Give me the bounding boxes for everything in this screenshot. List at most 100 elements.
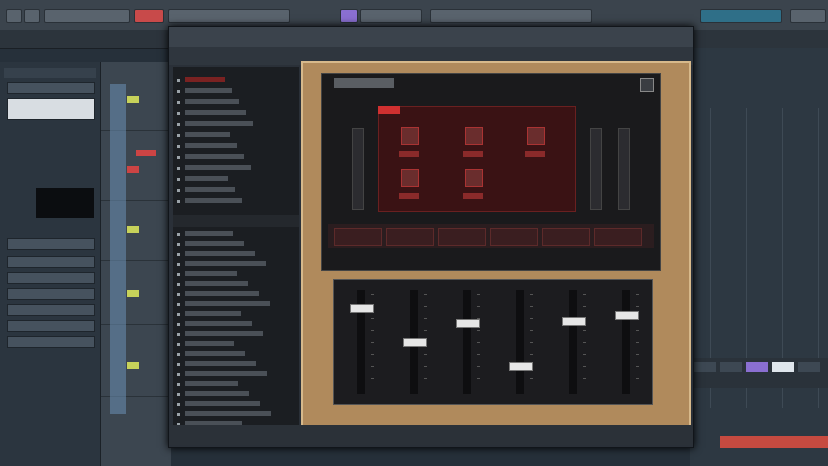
- preset-button[interactable]: [438, 228, 486, 246]
- transport-button[interactable]: [798, 362, 820, 372]
- preset-button[interactable]: [334, 228, 382, 246]
- toolbar-field[interactable]: [44, 9, 130, 23]
- browser-item[interactable]: [185, 231, 233, 236]
- browser-item[interactable]: [185, 241, 244, 246]
- preset-button[interactable]: [490, 228, 538, 246]
- browser-item[interactable]: [185, 110, 246, 115]
- vertical-fader[interactable]: [618, 128, 630, 210]
- inspector-field[interactable]: [7, 336, 95, 348]
- fader-cap[interactable]: [455, 318, 480, 328]
- browser-item[interactable]: [185, 121, 253, 126]
- browser-item[interactable]: [185, 198, 242, 203]
- toolbar-button[interactable]: [6, 9, 22, 23]
- transport-button[interactable]: [772, 362, 794, 372]
- toolbar-toggle-button[interactable]: [340, 9, 358, 23]
- fader-track[interactable]: [621, 290, 630, 394]
- fader-tick: [476, 342, 480, 343]
- vertical-fader[interactable]: [352, 128, 364, 210]
- browser-divider[interactable]: [173, 215, 299, 227]
- inspector-field[interactable]: [7, 272, 95, 284]
- fader-cap[interactable]: [508, 362, 533, 371]
- knob[interactable]: [401, 127, 419, 145]
- fader-cap[interactable]: [402, 338, 427, 347]
- browser-item[interactable]: [185, 281, 248, 286]
- fader-track[interactable]: [462, 290, 471, 394]
- browser-item[interactable]: [185, 261, 266, 266]
- arrangement-area[interactable]: [690, 48, 828, 466]
- browser-item[interactable]: [185, 165, 251, 170]
- browser-item[interactable]: [185, 311, 241, 316]
- effects-tab[interactable]: [378, 106, 400, 114]
- knob[interactable]: [465, 169, 483, 187]
- browser-item[interactable]: [185, 77, 225, 82]
- browser-item[interactable]: [185, 271, 237, 276]
- browser-item[interactable]: [185, 331, 263, 336]
- browser-item[interactable]: [185, 381, 238, 386]
- browser-item[interactable]: [185, 132, 230, 137]
- browser-item[interactable]: [185, 341, 234, 346]
- browser-item[interactable]: [185, 88, 232, 93]
- fader-track[interactable]: [568, 290, 577, 394]
- fader-tick: [635, 330, 639, 331]
- list-bullet: [177, 383, 180, 386]
- plugin-title-bar[interactable]: [169, 27, 693, 47]
- knob[interactable]: [527, 127, 545, 145]
- inspector-field[interactable]: [7, 320, 95, 332]
- browser-item[interactable]: [185, 411, 271, 416]
- vertical-fader[interactable]: [590, 128, 602, 210]
- toolbar-button[interactable]: [24, 9, 40, 23]
- browser-item[interactable]: [185, 187, 235, 192]
- browser-item[interactable]: [185, 251, 255, 256]
- browser-item[interactable]: [185, 371, 267, 376]
- inspector-field[interactable]: [7, 256, 95, 268]
- transport-button[interactable]: [746, 362, 768, 372]
- fader-cap[interactable]: [561, 316, 586, 326]
- transport-panel: [690, 358, 828, 388]
- toolbar-field[interactable]: [430, 9, 592, 23]
- fader-tick: [423, 330, 427, 331]
- inspector-field[interactable]: [7, 82, 95, 94]
- fader-cap[interactable]: [349, 304, 374, 314]
- browser-item[interactable]: [185, 176, 228, 181]
- inspector-field[interactable]: [7, 304, 95, 316]
- toolbar-field[interactable]: [700, 9, 782, 23]
- knob[interactable]: [465, 127, 483, 145]
- browser-item[interactable]: [185, 401, 260, 406]
- toolbar-field[interactable]: [360, 9, 422, 23]
- preset-button[interactable]: [386, 228, 434, 246]
- browser-item[interactable]: [185, 143, 237, 148]
- toolbar-record-button[interactable]: [134, 9, 164, 23]
- transport-button[interactable]: [720, 362, 742, 372]
- color-palette[interactable]: [720, 436, 828, 448]
- browser-item[interactable]: [185, 351, 245, 356]
- fader-tick: [635, 294, 639, 295]
- browser-item[interactable]: [185, 301, 270, 306]
- fader-tick: [582, 342, 586, 343]
- toolbar-button[interactable]: [790, 9, 826, 23]
- inspector-field[interactable]: [7, 98, 95, 120]
- track-clip[interactable]: [136, 150, 156, 156]
- preset-button[interactable]: [594, 228, 642, 246]
- inspector-tabs[interactable]: [4, 68, 96, 78]
- fader-tick: [635, 378, 639, 379]
- browser-item[interactable]: [185, 291, 259, 296]
- fader-tick: [370, 318, 374, 319]
- preset-button[interactable]: [542, 228, 590, 246]
- transport-button[interactable]: [694, 362, 716, 372]
- list-bullet: [177, 323, 180, 326]
- browser-item[interactable]: [185, 321, 252, 326]
- inspector-field[interactable]: [7, 288, 95, 300]
- fader-track[interactable]: [515, 290, 524, 394]
- browser-item[interactable]: [185, 361, 256, 366]
- fader-tick: [529, 354, 533, 355]
- track-clip[interactable]: [110, 84, 126, 414]
- close-icon[interactable]: [640, 78, 654, 92]
- fader-cap[interactable]: [614, 311, 639, 321]
- knob[interactable]: [401, 169, 419, 187]
- inspector-field[interactable]: [7, 238, 95, 250]
- fader-tick: [423, 318, 427, 319]
- browser-item[interactable]: [185, 154, 244, 159]
- toolbar-field[interactable]: [168, 9, 290, 23]
- browser-item[interactable]: [185, 391, 249, 396]
- browser-item[interactable]: [185, 99, 239, 104]
